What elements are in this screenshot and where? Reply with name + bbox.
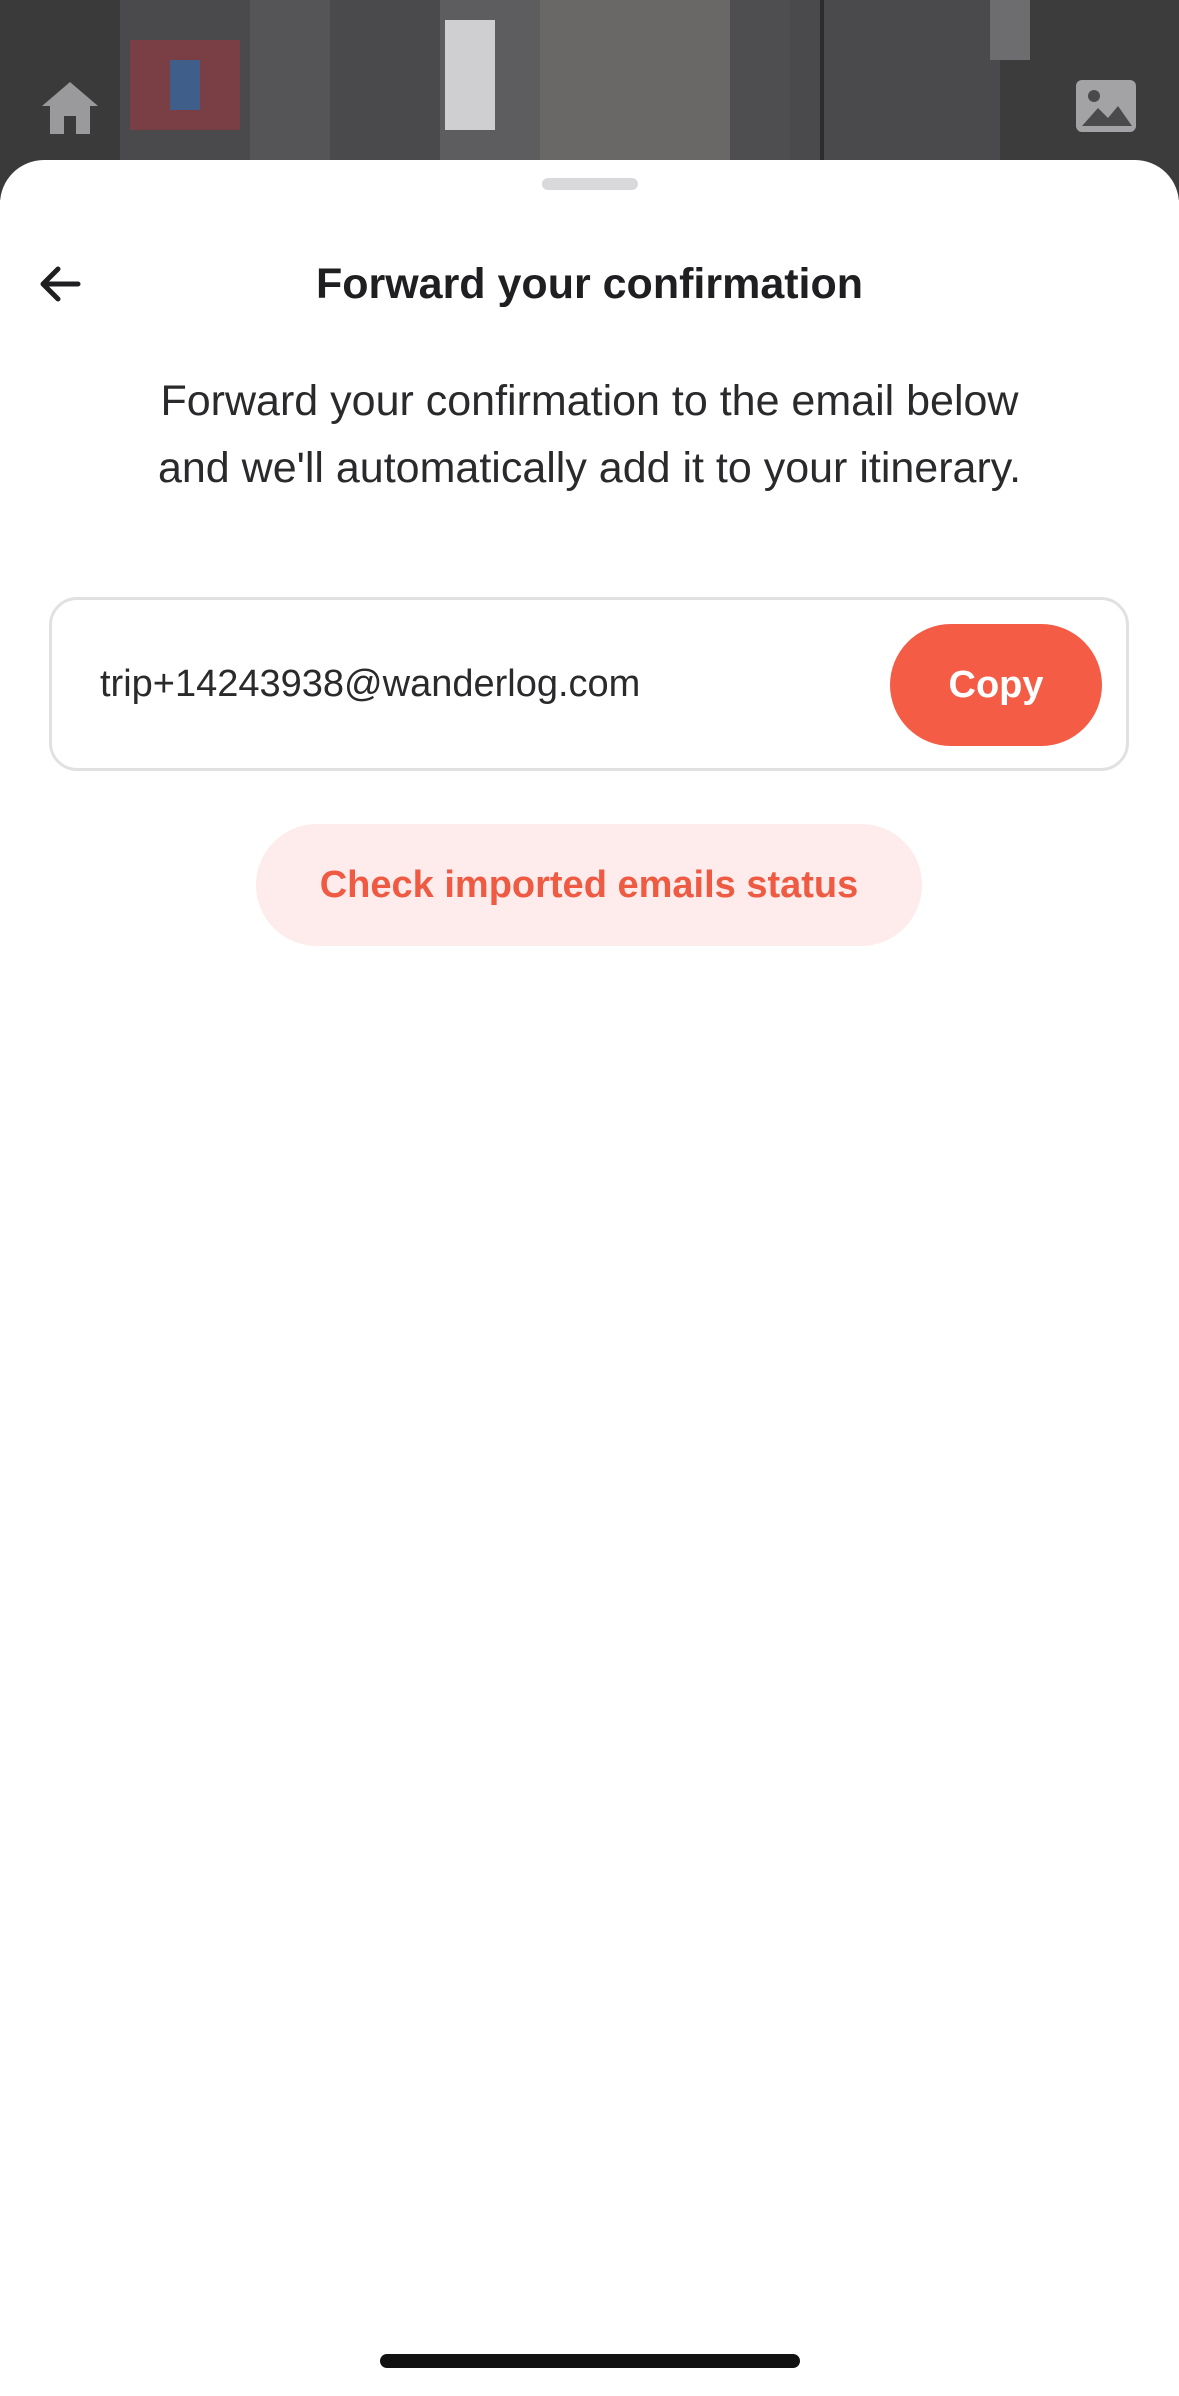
page-title: Forward your confirmation bbox=[315, 260, 864, 308]
forward-confirmation-sheet: Forward your confirmation Forward your c… bbox=[0, 160, 1179, 2396]
home-icon[interactable] bbox=[38, 78, 102, 138]
home-indicator bbox=[380, 2354, 800, 2368]
instructions-line-2: and we'll automatically add it to your i… bbox=[157, 444, 1022, 492]
instructions-text: Forward your confirmation to the email b… bbox=[90, 368, 1089, 502]
forwarding-email-address[interactable]: trip+14243938@wanderlog.com bbox=[100, 600, 640, 768]
arrow-left-icon bbox=[40, 266, 81, 302]
back-button[interactable] bbox=[28, 252, 92, 316]
check-imported-emails-status-button[interactable]: Check imported emails status bbox=[256, 824, 922, 946]
forwarding-email-field: trip+14243938@wanderlog.com Copy bbox=[49, 597, 1129, 771]
image-icon[interactable] bbox=[1074, 78, 1138, 134]
screen: Forward your confirmation Forward your c… bbox=[0, 0, 1179, 2396]
instructions-line-1: Forward your confirmation to the email b… bbox=[160, 377, 1019, 425]
sheet-grabber[interactable] bbox=[542, 178, 638, 190]
copy-button[interactable]: Copy bbox=[890, 624, 1102, 746]
